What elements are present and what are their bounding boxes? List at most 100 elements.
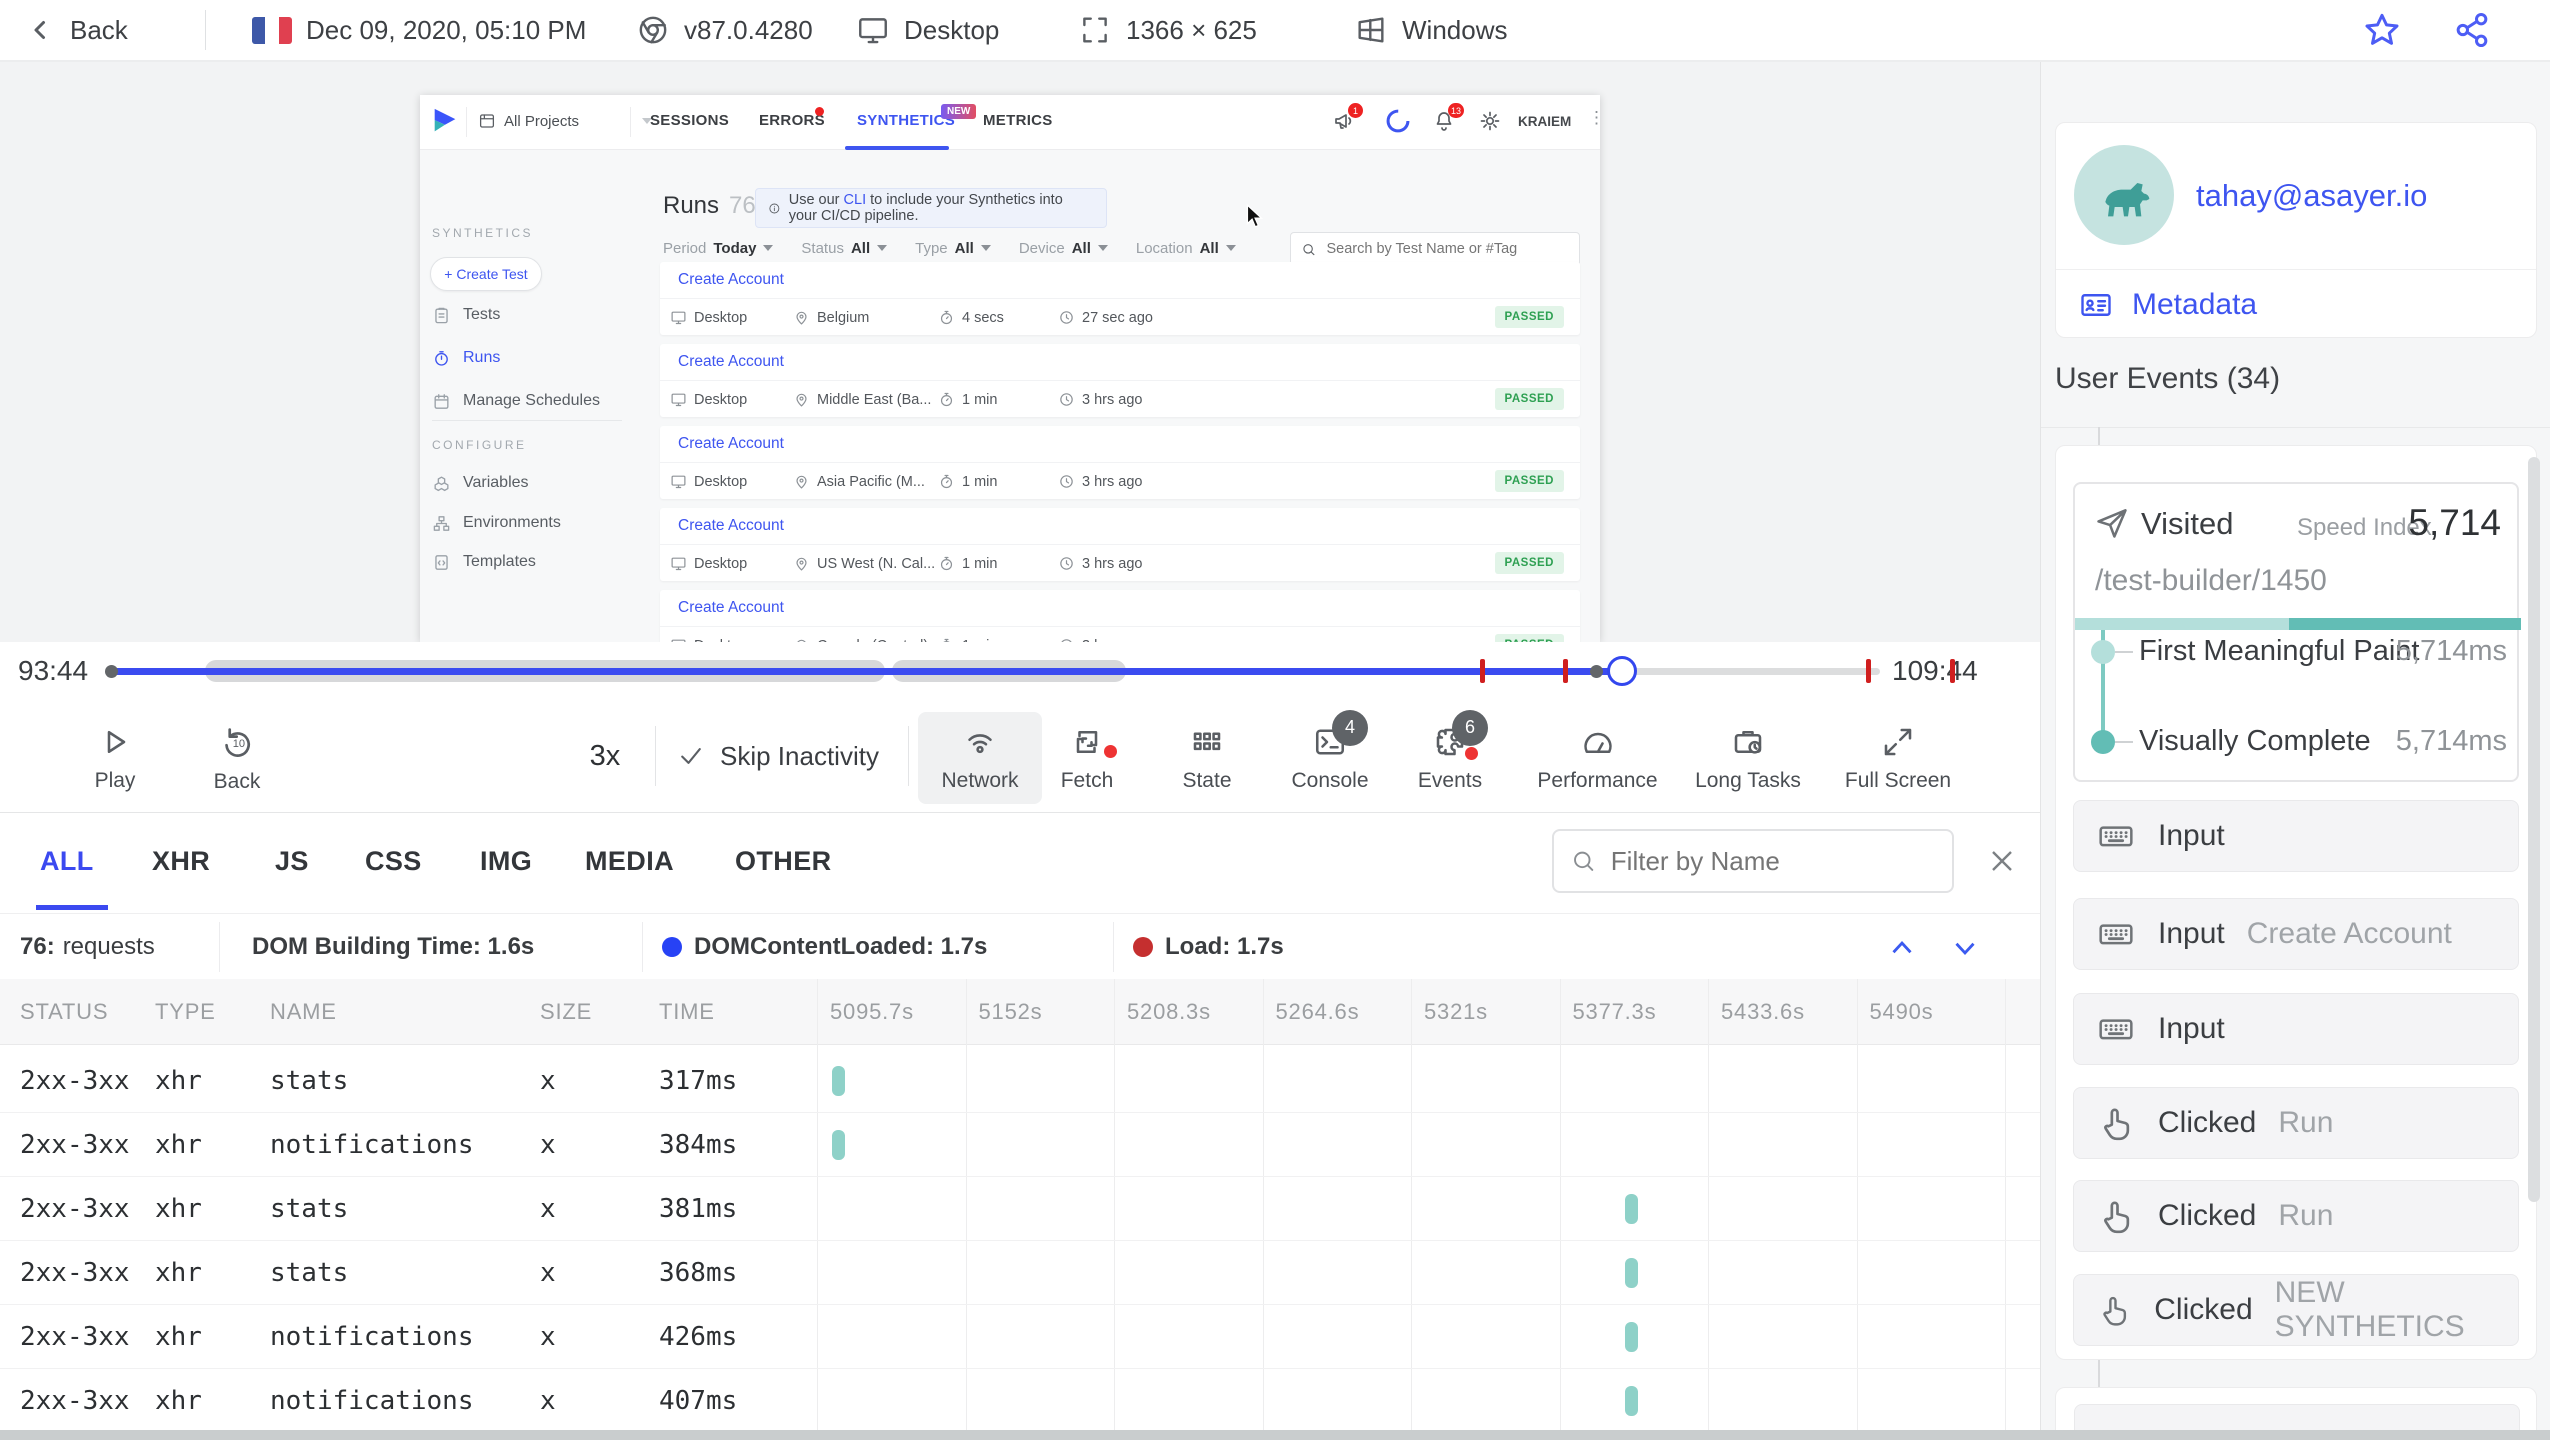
project-selector[interactable]: All Projects <box>478 95 653 147</box>
playback-speed-button[interactable]: 3x <box>560 700 650 812</box>
event-marker[interactable] <box>1866 659 1871 683</box>
events-panel-button[interactable]: 6 Events <box>1395 709 1505 804</box>
run-card[interactable]: Create Account Desktop Belgium 4 secs 27 sec… <box>660 262 1580 335</box>
project-selector-label: All Projects <box>504 112 580 130</box>
filter-device[interactable]: Device All <box>1019 240 1108 257</box>
filter-period[interactable]: Period Today <box>663 240 774 257</box>
waterfall-bar <box>832 1066 845 1096</box>
cell-size: x <box>540 1322 556 1352</box>
long-tasks-panel-button[interactable]: Long Tasks <box>1678 712 1818 804</box>
sidebar-scrollbar[interactable] <box>2528 457 2540 1202</box>
network-tab-all[interactable]: ALL <box>40 813 94 909</box>
state-panel-button[interactable]: State <box>1152 712 1262 804</box>
jump-prev-icon[interactable] <box>1885 931 1919 965</box>
sidebar-item-templates[interactable]: Templates <box>432 548 536 576</box>
settings-button[interactable] <box>1478 95 1502 147</box>
sidebar-item-manage-schedules[interactable]: Manage Schedules <box>432 387 600 415</box>
console-panel-button[interactable]: 4 Console <box>1272 709 1388 804</box>
cli-link[interactable]: CLI <box>844 192 867 208</box>
network-tab-other[interactable]: OTHER <box>735 813 832 909</box>
user-event-card-input[interactable]: Input <box>2073 993 2519 1065</box>
run-title-link[interactable]: Create Account <box>678 517 784 535</box>
network-request-row[interactable]: 2xx-3xx xhr stats x 368ms <box>0 1241 2040 1305</box>
cell-type: xhr <box>155 1130 202 1160</box>
sidebar-section-configure: CONFIGURE <box>432 438 527 452</box>
france-flag-icon <box>252 16 292 44</box>
filter-status[interactable]: Status All <box>801 240 888 257</box>
account-menu[interactable]: KRAIEM <box>1518 114 1571 129</box>
play-button[interactable]: Play <box>60 712 170 804</box>
network-request-row[interactable]: 2xx-3xx xhr notifications x 426ms <box>0 1305 2040 1369</box>
run-card[interactable]: Create Account Desktop Asia Pacific (M... 1… <box>660 426 1580 499</box>
user-event-card-input[interactable]: Input Create Account <box>2073 898 2519 970</box>
speed-index-value: 5,714 <box>2408 502 2501 543</box>
network-tab-xhr[interactable]: XHR <box>152 813 210 909</box>
fetch-panel-button[interactable]: Fetch <box>1032 712 1142 804</box>
full-screen-button[interactable]: Full Screen <box>1828 712 1968 804</box>
time-column-label: 5264.6s <box>1275 999 1360 1024</box>
network-request-row[interactable]: 2xx-3xx xhr stats x 381ms <box>0 1177 2040 1241</box>
tab-metrics[interactable]: METRICS <box>983 112 1053 129</box>
share-button[interactable] <box>2452 0 2492 60</box>
sidebar-item-variables[interactable]: Variables <box>432 469 529 497</box>
os-info: Windows <box>1354 0 1507 60</box>
sidebar-item-runs[interactable]: Runs <box>432 344 500 372</box>
svg-text:10: 10 <box>233 738 245 750</box>
run-card[interactable]: Create Account Desktop US West (N. Cal... 1… <box>660 508 1580 581</box>
jump-next-icon[interactable] <box>1948 931 1982 965</box>
close-panel-icon[interactable] <box>1984 843 2020 879</box>
run-title-link[interactable]: Create Account <box>678 599 784 617</box>
metadata-button[interactable]: Metadata <box>2056 269 2536 339</box>
app-search-box[interactable] <box>1290 232 1580 266</box>
notifications-button[interactable]: 13 <box>1432 95 1464 147</box>
tab-sessions[interactable]: SESSIONS <box>650 112 729 129</box>
event-thread-line <box>2098 427 2100 445</box>
info-icon <box>769 203 780 213</box>
run-card[interactable]: Create Account Desktop Canada (Central) 1 m… <box>660 590 1580 642</box>
filter-location[interactable]: Location All <box>1136 240 1236 257</box>
user-event-card-clicked[interactable]: Clicked Run <box>2073 1087 2519 1159</box>
network-request-row[interactable]: 2xx-3xx xhr stats x 317ms <box>0 1049 2040 1113</box>
network-tab-media[interactable]: MEDIA <box>585 813 674 909</box>
horizontal-scrollbar[interactable] <box>0 1430 2550 1440</box>
col-time: TIME <box>659 999 715 1024</box>
metric-value: 5,714ms <box>2395 725 2507 757</box>
sidebar-item-environments[interactable]: Environments <box>432 509 561 537</box>
more-menu-icon[interactable]: ⋮ <box>1588 108 1600 128</box>
user-email[interactable]: tahay@asayer.io <box>2196 123 2427 269</box>
sidebar-item-tests[interactable]: Tests <box>432 301 500 329</box>
play-icon <box>107 730 126 753</box>
network-request-row[interactable]: 2xx-3xx xhr notifications x 384ms <box>0 1113 2040 1177</box>
filter-type[interactable]: Type All <box>915 240 991 257</box>
user-event-card-clicked[interactable]: Clicked NEW SYNTHETICS <box>2073 1274 2519 1346</box>
run-card[interactable]: Create Account Desktop Middle East (Ba... 1… <box>660 344 1580 417</box>
visited-event-card[interactable]: Visited Speed Index 5,714 /test-builder/… <box>2073 482 2521 782</box>
network-request-row[interactable]: 2xx-3xx xhr notifications x 407ms <box>0 1369 2040 1433</box>
performance-panel-button[interactable]: Performance <box>1525 712 1670 804</box>
filter-input[interactable] <box>1608 844 1936 878</box>
back-button[interactable]: Back <box>26 0 128 60</box>
back-10s-button[interactable]: 10 Back <box>182 712 292 804</box>
timeline-scrubber-knob[interactable] <box>1607 656 1637 686</box>
tab-errors[interactable]: ERRORS <box>759 112 825 129</box>
event-marker[interactable] <box>1480 659 1485 683</box>
network-tab-img[interactable]: IMG <box>480 813 532 909</box>
app-search-input[interactable] <box>1324 240 1569 258</box>
user-event-card-clicked[interactable]: Clicked Run <box>2073 1180 2519 1252</box>
network-tab-css[interactable]: CSS <box>365 813 422 909</box>
metric-label: First Meaningful Paint <box>2139 635 2420 667</box>
create-test-button[interactable]: + Create Test <box>430 257 542 291</box>
event-marker[interactable] <box>1563 659 1568 683</box>
user-event-card-input[interactable]: Input <box>2073 800 2519 872</box>
metric-dash <box>2115 741 2133 743</box>
network-panel-button[interactable]: Network <box>918 712 1042 804</box>
status-badge: PASSED <box>1494 552 1564 574</box>
run-title-link[interactable]: Create Account <box>678 353 784 371</box>
network-tab-js[interactable]: JS <box>275 813 309 909</box>
run-title-link[interactable]: Create Account <box>678 435 784 453</box>
announcements-button[interactable]: 1 <box>1332 95 1363 147</box>
run-title-link[interactable]: Create Account <box>678 271 784 289</box>
skip-inactivity-toggle[interactable]: Skip Inactivity <box>676 700 879 812</box>
filter-box[interactable] <box>1552 829 1954 893</box>
favorite-button[interactable] <box>2362 0 2402 60</box>
